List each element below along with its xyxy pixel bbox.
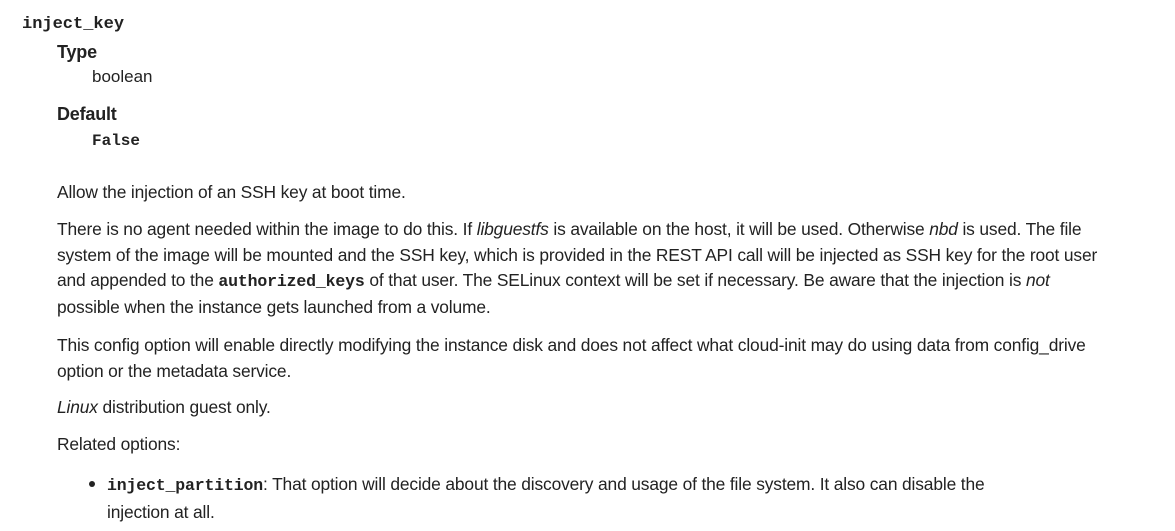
p2-text: is available on the host, it will be use… xyxy=(548,219,930,239)
p2-text: There is no agent needed within the imag… xyxy=(57,219,477,239)
related-options-heading: Related options: xyxy=(57,434,181,454)
default-value: False xyxy=(92,132,141,150)
p4-emphasis: Linux xyxy=(57,397,98,417)
related-options-list: inject_partition: That option will decid… xyxy=(85,471,1105,526)
option-name: inject_key xyxy=(22,15,125,34)
p2-text: possible when the instance gets launched… xyxy=(57,296,491,317)
type-label: Type xyxy=(57,42,97,62)
p2-text: of that user. The SELinux context will b… xyxy=(364,270,1026,290)
p2-emphasis: not xyxy=(1025,270,1050,290)
p2-code: authorized_keys xyxy=(218,272,365,291)
description-paragraph-4: Linux distribution guest only. xyxy=(57,395,1107,421)
description-paragraph-3: This config option will enable directly … xyxy=(57,335,1086,381)
default-label: Default xyxy=(57,104,117,124)
config-option-doc: inject_key Type boolean Default False Al… xyxy=(0,0,1175,531)
list-item: inject_partition: That option will decid… xyxy=(85,471,1027,526)
bullet-icon xyxy=(89,481,95,487)
p4-text: distribution guest only. xyxy=(97,397,271,417)
related-option-code: inject_partition xyxy=(107,476,264,495)
p2-emphasis: libguestfs xyxy=(476,219,549,239)
p2-emphasis: nbd xyxy=(929,219,958,239)
description-paragraph-2: There is no agent needed within the imag… xyxy=(57,217,1107,320)
description-paragraph-1: Allow the injection of an SSH key at boo… xyxy=(57,182,406,202)
type-value: boolean xyxy=(92,67,153,86)
